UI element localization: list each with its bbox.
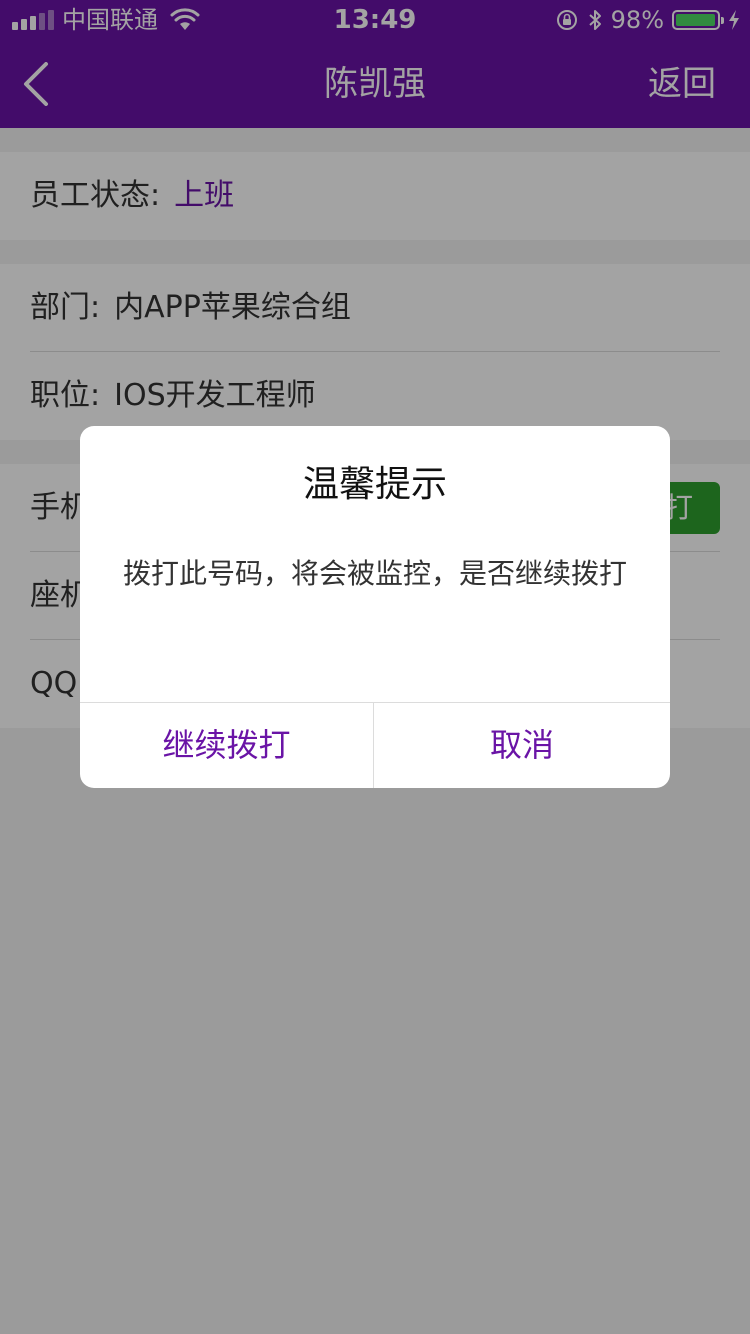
- dialog-message: 拨打此号码，将会被监控，是否继续拨打: [122, 557, 627, 590]
- dialog-title: 温馨提示: [302, 464, 447, 505]
- continue-call-button[interactable]: 继续拨打: [80, 703, 373, 788]
- alert-dialog: 温馨提示 拨打此号码，将会被监控，是否继续拨打 继续拨打 取消: [80, 426, 670, 788]
- cancel-button[interactable]: 取消: [374, 703, 670, 788]
